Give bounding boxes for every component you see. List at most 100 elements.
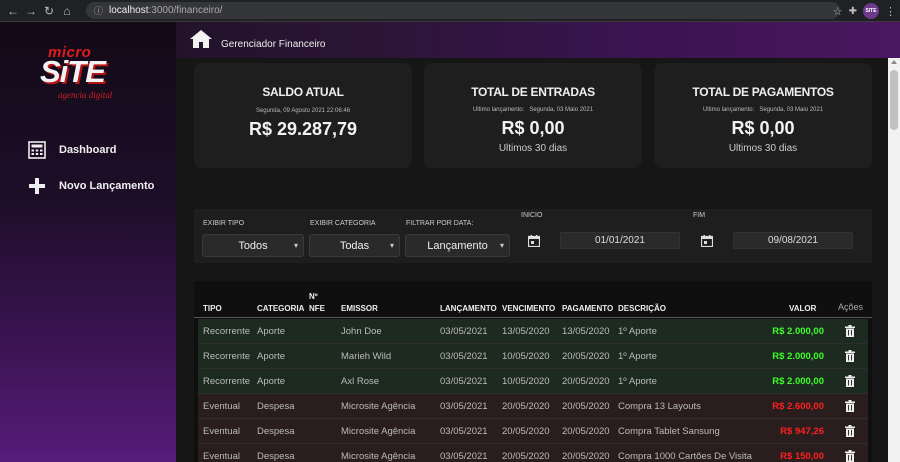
forward-icon[interactable]: →: [22, 2, 40, 20]
cell-lancamento: 03/05/2021: [440, 401, 488, 412]
cell-vencimento: 10/05/2020: [502, 376, 550, 387]
col-descricao[interactable]: DESCRIÇÃO: [618, 304, 666, 313]
cell-valor: R$ 2.000,00: [772, 326, 824, 337]
cell-descricao: Compra 1000 Cartões De Visita: [618, 451, 752, 462]
col-nfe[interactable]: NFE: [309, 304, 325, 313]
cell-emissor: Marieh Wild: [341, 351, 392, 362]
address-bar[interactable]: ⓘ localhost:3000/financeiro/: [86, 2, 840, 19]
col-lancamento[interactable]: LANÇAMENTO: [440, 304, 497, 313]
filter-fim-label: FIM: [693, 212, 706, 219]
chevron-down-icon: ▾: [389, 241, 394, 250]
cell-emissor: Microsite Agência: [341, 451, 416, 462]
table-row[interactable]: Eventual Despesa Microsite Agência 03/05/20…: [198, 394, 868, 419]
cell-tipo: Eventual: [203, 401, 240, 412]
cell-categoria: Despesa: [257, 426, 295, 437]
card-note: Ultimos 30 dias: [728, 143, 798, 154]
saldo-atual-card: SALDO ATUAL Segunda, 09 Agosto 2021 22:0…: [194, 63, 412, 168]
cell-descricao: 1º Aporte: [618, 376, 657, 387]
trash-icon[interactable]: [845, 450, 855, 462]
col-categoria[interactable]: CATEGORIA: [257, 304, 304, 313]
cell-vencimento: 20/05/2020: [502, 401, 550, 412]
table-row[interactable]: Recorrente Aporte John Doe 03/05/2021 13/05/…: [198, 319, 868, 344]
cell-tipo: Eventual: [203, 451, 240, 462]
chevron-down-icon: ▾: [293, 241, 298, 250]
trash-icon[interactable]: [845, 400, 855, 412]
table-row[interactable]: Eventual Despesa Microsite Agência 03/05/20…: [198, 419, 868, 444]
logo-site-text: SiTE: [40, 54, 106, 89]
total-entradas-card: TOTAL DE ENTRADAS Ultimo lançamento: Seg…: [424, 63, 642, 168]
filter-categoria-value: Todas: [339, 239, 370, 252]
cell-tipo: Recorrente: [203, 326, 250, 337]
trash-icon[interactable]: [845, 350, 855, 362]
last-entry-label: Ultimo lançamento:: [472, 107, 525, 113]
calculator-icon: [28, 141, 46, 159]
sidebar-item-dashboard[interactable]: Dashboard: [28, 141, 116, 159]
cell-valor: R$ 2.600,00: [772, 401, 824, 412]
sidebar-item-label: Dashboard: [59, 144, 117, 156]
home-icon[interactable]: [190, 30, 212, 53]
page-title: Gerenciador Financeiro: [221, 39, 326, 50]
cell-descricao: Compra 13 Layouts: [618, 401, 701, 412]
inicio-date-input[interactable]: 01/01/2021: [560, 232, 680, 249]
col-acoes: Ações: [838, 302, 864, 312]
cell-descricao: Compra Tablet Sansung: [618, 426, 720, 437]
fim-date-input[interactable]: 09/08/2021: [733, 232, 853, 249]
col-emissor[interactable]: EMISSOR: [341, 304, 378, 313]
card-last-entry: Ultimo lançamento: Segunda, 03 Maio 2021: [424, 107, 642, 113]
filter-tipo-select[interactable]: Todos ▾: [202, 234, 304, 257]
reload-icon[interactable]: ↻: [40, 2, 58, 20]
table-row[interactable]: Recorrente Aporte Axl Rose 03/05/2021 10/05/…: [198, 369, 868, 394]
cell-emissor: Axl Rose: [341, 376, 380, 387]
cell-vencimento: 10/05/2020: [502, 351, 550, 362]
cell-pagamento: 20/05/2020: [562, 426, 610, 437]
card-value: R$ 29.287,79: [248, 119, 358, 139]
cell-vencimento: 20/05/2020: [502, 451, 550, 462]
cell-categoria: Despesa: [257, 451, 295, 462]
cell-valor: R$ 2.000,00: [772, 376, 824, 387]
card-title: TOTAL DE ENTRADAS: [471, 85, 595, 99]
cell-descricao: 1º Aporte: [618, 326, 657, 337]
chevron-down-icon: ▾: [499, 241, 504, 250]
cell-vencimento: 20/05/2020: [502, 426, 550, 437]
cell-categoria: Aporte: [257, 326, 285, 337]
filter-data-label: FILTRAR POR DATA:: [406, 220, 474, 227]
page-scrollbar[interactable]: [888, 58, 900, 462]
browser-menu-icon[interactable]: ⋮: [885, 5, 896, 18]
trash-icon[interactable]: [845, 425, 855, 437]
scrollbar-thumb[interactable]: [890, 70, 898, 130]
filter-data-select[interactable]: Lançamento ▾: [405, 234, 510, 257]
col-valor[interactable]: VALOR: [789, 304, 816, 313]
extensions-icon[interactable]: ✚: [849, 6, 857, 17]
col-vencimento[interactable]: VENCIMENTO: [502, 304, 555, 313]
cell-categoria: Despesa: [257, 401, 295, 412]
home-browser-icon[interactable]: ⌂: [58, 2, 76, 20]
url-path: :3000/financeiro/: [148, 5, 223, 16]
total-pagamentos-card: TOTAL DE PAGAMENTOS Ultimo lançamento: S…: [654, 63, 872, 168]
cell-lancamento: 03/05/2021: [440, 351, 488, 362]
browser-toolbar: ← → ↻ ⌂ ⓘ localhost:3000/financeiro/ ☆ ✚…: [0, 0, 900, 22]
filter-tipo-value: Todos: [238, 239, 268, 252]
trash-icon[interactable]: [845, 375, 855, 387]
cell-lancamento: 03/05/2021: [440, 426, 488, 437]
col-tipo[interactable]: TIPO: [203, 304, 222, 313]
table-row[interactable]: Recorrente Aporte Marieh Wild 03/05/2021 10/…: [198, 344, 868, 369]
filter-categoria-select[interactable]: Todas ▾: [309, 234, 400, 257]
scroll-up-arrow-icon[interactable]: [891, 60, 897, 64]
microsite-logo[interactable]: micro SiTE agencia digital: [40, 44, 136, 104]
cell-descricao: 1º Aporte: [618, 351, 657, 362]
card-title: SALDO ATUAL: [262, 85, 344, 99]
last-entry-label: Ultimo lançamento:: [702, 107, 755, 113]
back-icon[interactable]: ←: [4, 2, 22, 20]
card-last-entry: Ultimo lançamento: Segunda, 03 Maio 2021: [654, 107, 872, 113]
calendar-icon[interactable]: [527, 234, 542, 248]
calendar-icon[interactable]: [700, 234, 715, 248]
col-nfe-line1[interactable]: Nº: [309, 292, 318, 301]
trash-icon[interactable]: [845, 325, 855, 337]
plus-icon: [28, 177, 46, 195]
bookmark-star-icon[interactable]: ☆: [833, 5, 843, 18]
profile-avatar[interactable]: SITE: [863, 3, 879, 19]
sidebar-item-novo-lancamento[interactable]: Novo Lançamento: [28, 177, 154, 195]
table-row[interactable]: Eventual Despesa Microsite Agência 03/05/20…: [198, 444, 868, 462]
col-pagamento[interactable]: PAGAMENTO: [562, 304, 613, 313]
filter-data-value: Lançamento: [427, 239, 488, 252]
